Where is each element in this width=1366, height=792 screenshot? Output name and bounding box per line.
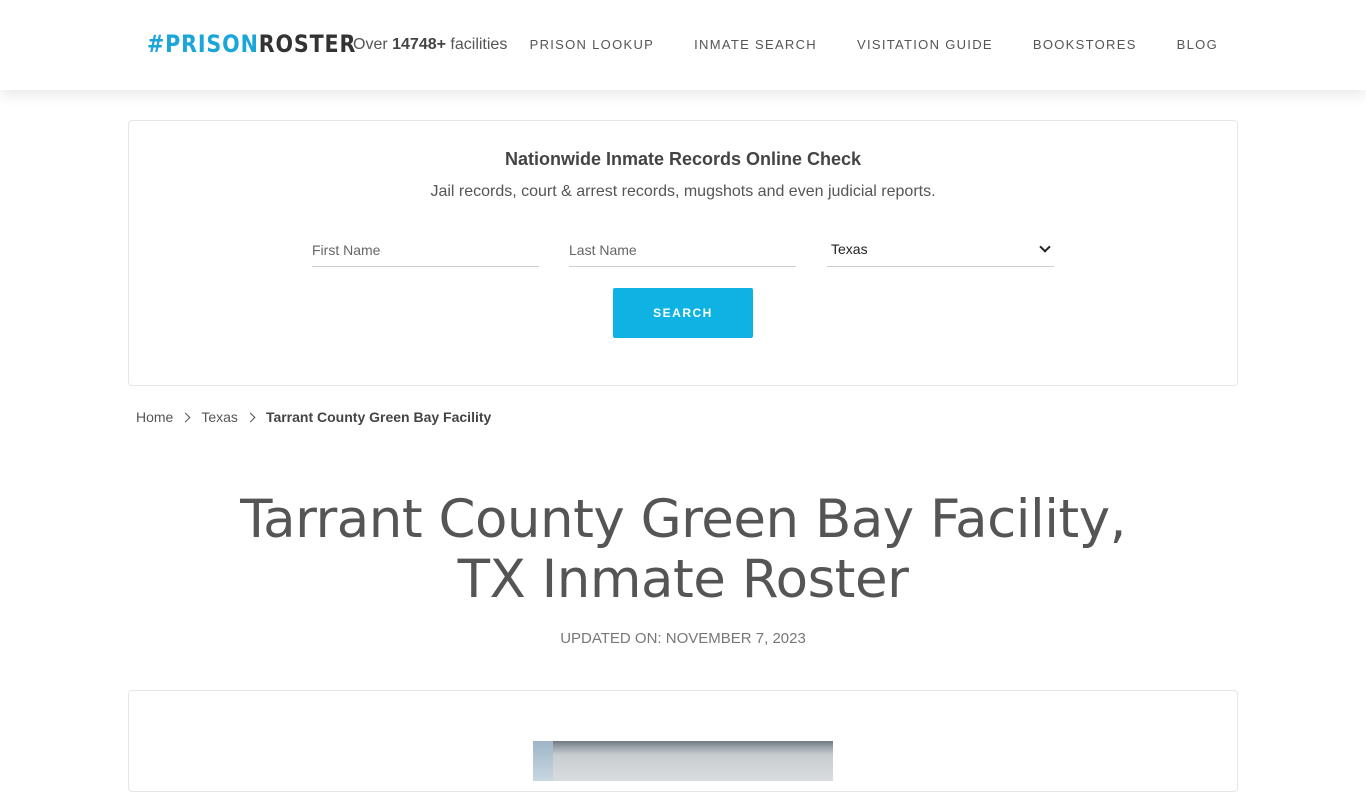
facility-content-card: [128, 690, 1238, 792]
breadcrumb-home[interactable]: Home: [136, 409, 173, 425]
chevron-right-icon: [180, 412, 191, 422]
chevron-right-icon: [245, 412, 256, 422]
inmate-search-card: Nationwide Inmate Records Online Check J…: [128, 120, 1238, 386]
breadcrumb-current: Tarrant County Green Bay Facility: [265, 409, 492, 425]
breadcrumb-texas[interactable]: Texas: [201, 409, 238, 425]
state-select-value: Texas: [831, 241, 868, 257]
facilities-count-text: Over 14748+ facilities: [353, 35, 507, 55]
logo-hash: #: [147, 30, 166, 58]
logo-word-roster: ROSTER: [258, 30, 357, 58]
state-select[interactable]: Texas: [827, 233, 1054, 267]
top-navbar: #PRISONROSTER Over 14748+ facilities PRI…: [0, 0, 1366, 90]
search-card-subtitle: Jail records, court & arrest records, mu…: [430, 183, 936, 200]
nav-visitation-guide[interactable]: VISITATION GUIDE: [857, 37, 993, 53]
last-name-input[interactable]: [569, 233, 796, 267]
first-name-input[interactable]: [312, 233, 539, 267]
logo-word-prison: PRISON: [165, 30, 259, 58]
breadcrumb: Home Texas Tarrant County Green Bay Faci…: [136, 409, 491, 425]
search-card-title: Nationwide Inmate Records Online Check: [504, 149, 862, 169]
nav-inmate-search[interactable]: INMATE SEARCH: [694, 37, 817, 53]
page-title-line2: TX Inmate Roster: [457, 549, 909, 610]
chevron-down-icon: [1039, 241, 1051, 253]
page-title-line1: Tarrant County Green Bay Facility,: [240, 489, 1126, 550]
updated-date: UPDATED ON: NOVEMBER 7, 2023: [560, 630, 806, 647]
facilities-count: 14748+: [392, 36, 446, 53]
search-button[interactable]: SEARCH: [613, 288, 753, 338]
facility-photo: [533, 741, 833, 781]
nav-prison-lookup[interactable]: PRISON LOOKUP: [530, 37, 655, 53]
nav-bookstores[interactable]: BOOKSTORES: [1033, 37, 1137, 53]
nav-blog[interactable]: BLOG: [1177, 37, 1218, 53]
site-logo[interactable]: #PRISONROSTER: [147, 29, 356, 59]
facilities-prefix: Over: [353, 36, 393, 53]
main-nav: PRISON LOOKUP INMATE SEARCH VISITATION G…: [490, 37, 1218, 53]
page-title: Tarrant County Green Bay Facility, TX In…: [183, 490, 1183, 610]
